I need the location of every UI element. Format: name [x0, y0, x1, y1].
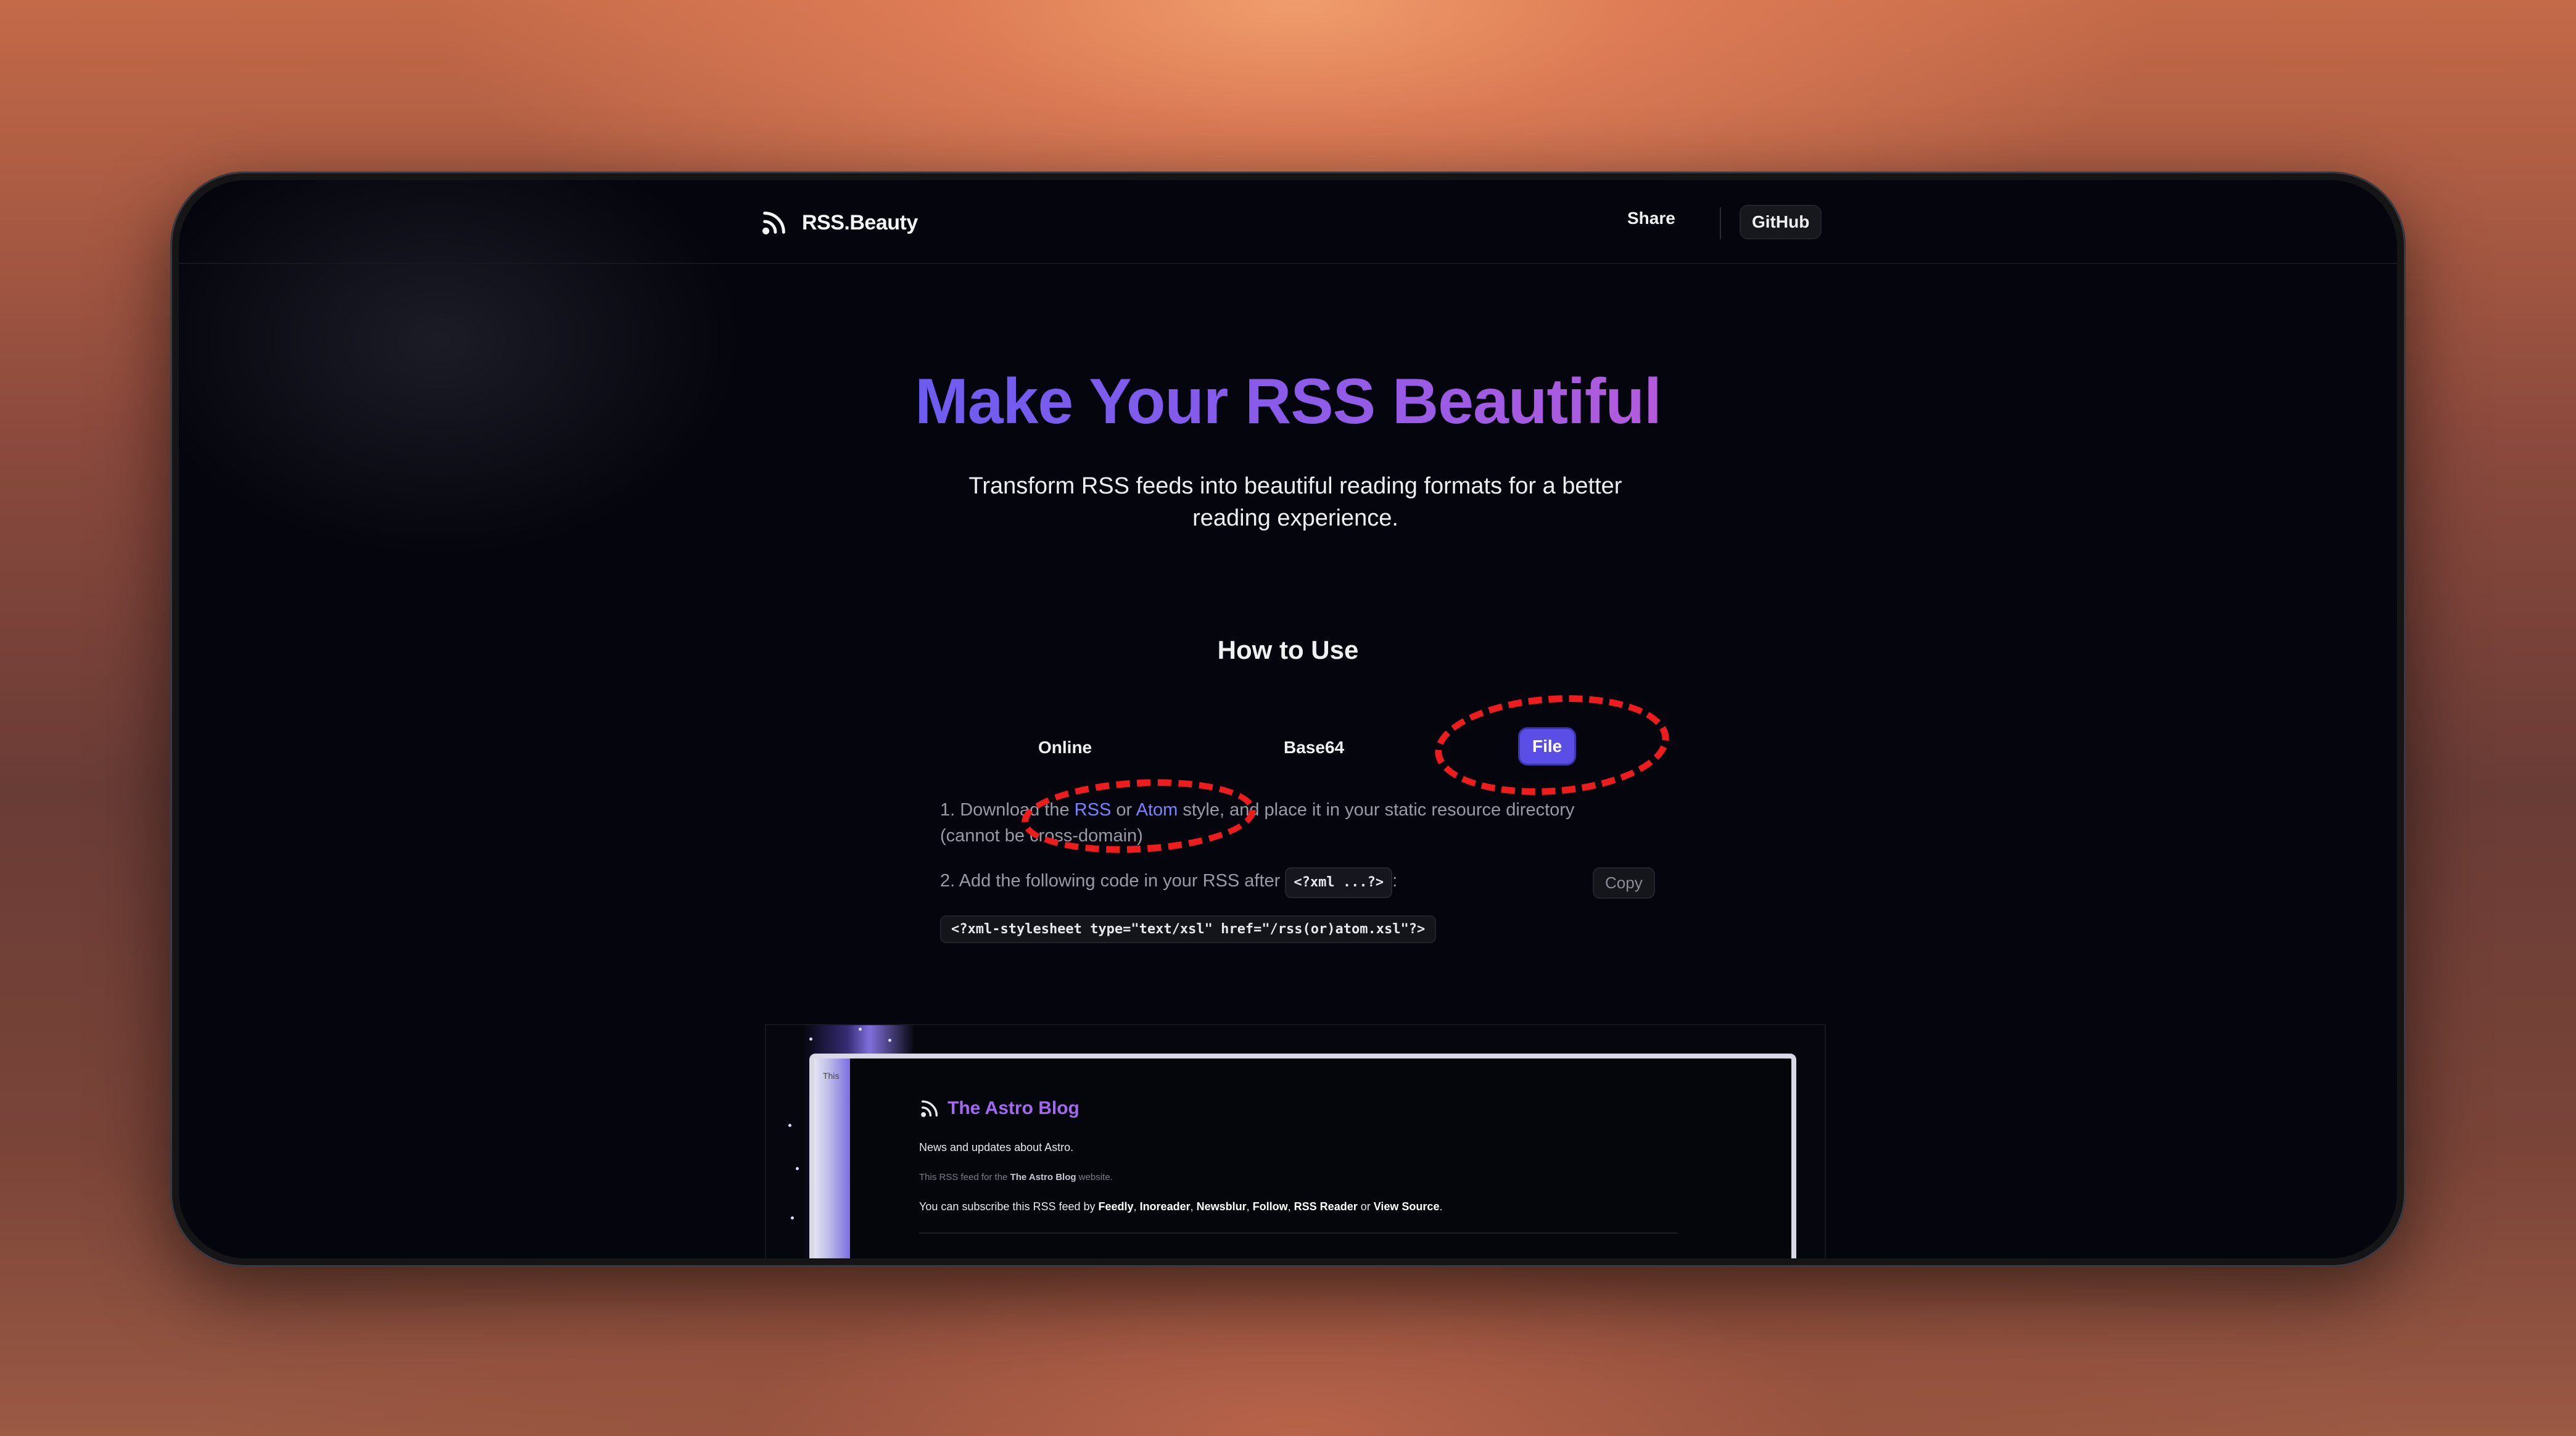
- rss-icon: [921, 1100, 938, 1117]
- step-2-colon: :: [1392, 871, 1398, 891]
- copy-button[interactable]: Copy: [1593, 867, 1655, 899]
- subscribe-or: or: [1357, 1200, 1374, 1213]
- hero-subtitle: Transform RSS feeds into beautiful readi…: [968, 473, 1622, 531]
- subscribe-link-feedly[interactable]: Feedly: [1099, 1200, 1134, 1213]
- github-button[interactable]: GitHub: [1740, 205, 1822, 239]
- star-dot: [888, 1039, 891, 1042]
- preview-title[interactable]: The Astro Blog: [947, 1098, 1080, 1119]
- preview-title-row: The Astro Blog: [919, 1098, 1080, 1119]
- preview-description: News and updates about Astro.: [919, 1141, 1074, 1153]
- subscribe-prefix: You can subscribe this RSS feed by: [919, 1200, 1099, 1213]
- tab-base64[interactable]: Base64: [1284, 738, 1344, 757]
- step-2: 2. Add the following code in your RSS af…: [940, 867, 1397, 898]
- browser-screen: RSS.Beauty Share GitHub Make Your RSS Be…: [179, 180, 2397, 1258]
- star-dot: [859, 1028, 862, 1031]
- preview-sidebar: This: [814, 1058, 850, 1258]
- star-dot: [788, 1124, 791, 1127]
- subscribe-end: .: [1439, 1200, 1443, 1213]
- hero-title: Make Your RSS Beautiful: [179, 365, 2397, 439]
- stylesheet-code-block[interactable]: <?xml-stylesheet type="text/xsl" href="/…: [940, 915, 1437, 943]
- hero-title-text: Make Your RSS Beautiful: [915, 366, 1662, 437]
- top-nav: RSS.Beauty Share GitHub: [179, 180, 2397, 264]
- xml-declaration-code: <?xml ...?>: [1285, 867, 1393, 898]
- step-2-text: 2. Add the following code in your RSS af…: [940, 871, 1286, 891]
- subscribe-link-newsblur[interactable]: Newsblur: [1197, 1200, 1247, 1213]
- preview-panel: This The Astro Blog News and updates abo…: [765, 1024, 1826, 1258]
- preview-sidebar-text: This: [823, 1071, 840, 1081]
- star-dot: [809, 1038, 812, 1041]
- view-source-link[interactable]: View Source: [1374, 1200, 1440, 1213]
- preview-subscribe: You can subscribe this RSS feed by Feedl…: [919, 1200, 1443, 1213]
- feed-for-prefix: This RSS feed for the: [919, 1172, 1010, 1182]
- nav-divider: [1720, 207, 1721, 239]
- preview-divider: [919, 1232, 1678, 1234]
- star-dot: [796, 1167, 799, 1170]
- rss-icon: [762, 212, 785, 234]
- brand-name: RSS.Beauty: [802, 210, 918, 234]
- how-to-use-heading: How to Use: [1217, 635, 1359, 664]
- subscribe-link-inoreader[interactable]: Inoreader: [1140, 1200, 1191, 1213]
- preview-window: This The Astro Blog News and updates abo…: [809, 1054, 1796, 1258]
- feed-for-name: The Astro Blog: [1010, 1172, 1076, 1182]
- preview-feed-for: This RSS feed for the The Astro Blog web…: [919, 1172, 1113, 1182]
- share-button[interactable]: Share: [1627, 208, 1675, 228]
- feed-for-suffix: website.: [1076, 1172, 1113, 1182]
- brand[interactable]: RSS.Beauty: [760, 208, 918, 237]
- page-background: { "nav": { "brand": "RSS.Beauty", "share…: [0, 0, 2576, 1436]
- star-dot: [791, 1216, 794, 1219]
- subscribe-link-follow[interactable]: Follow: [1253, 1200, 1288, 1213]
- tab-online[interactable]: Online: [1038, 738, 1092, 757]
- device-frame: RSS.Beauty Share GitHub Make Your RSS Be…: [170, 171, 2406, 1267]
- subscribe-link-rss-reader[interactable]: RSS Reader: [1294, 1200, 1358, 1213]
